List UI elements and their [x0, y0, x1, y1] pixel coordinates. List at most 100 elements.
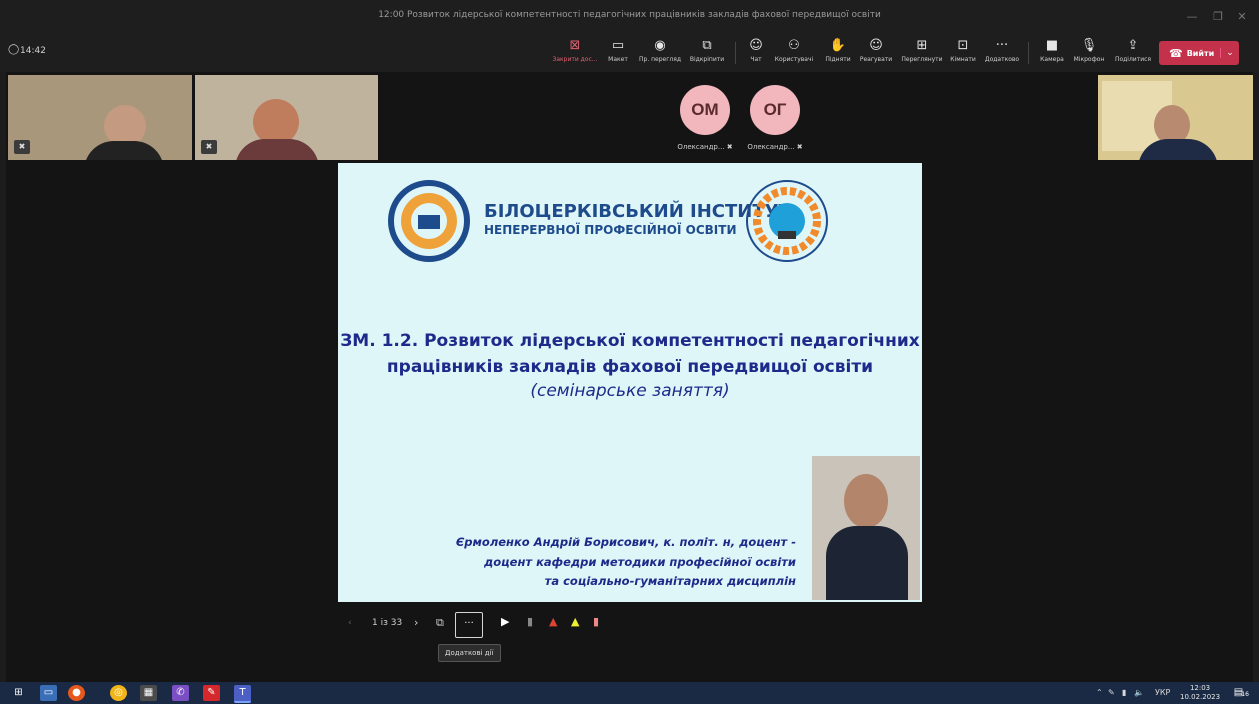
institute-name-line2: НЕПЕРЕРВНОЇ ПРОФЕСІЙНОЇ ОСВІТИ	[484, 223, 737, 237]
chevron-left-icon[interactable]: ‹	[348, 618, 352, 628]
maximize-icon[interactable]: ❐	[1210, 10, 1226, 24]
window-title: 12:00 Розвиток лідерської компетентності…	[378, 10, 881, 20]
more-options-label: Додатково	[984, 56, 1020, 63]
participants-button[interactable]: ⚇ Користувачі	[768, 38, 820, 63]
share-button[interactable]: ⇪ Поділитися	[1110, 38, 1156, 63]
system-clock[interactable]: 12:03 10.02.2023	[1180, 684, 1220, 702]
more-options-button[interactable]: ··· Додатково	[980, 38, 1024, 63]
author-photo	[812, 456, 920, 600]
leave-button[interactable]: ☎ Вийти ⌄	[1159, 41, 1239, 65]
avatar: ОМ	[680, 85, 730, 135]
windows-start-icon[interactable]: ⊞	[10, 685, 27, 701]
view-label: Переглянути	[901, 56, 943, 63]
pointer-icon[interactable]: ▶	[501, 615, 509, 628]
camera-button[interactable]: ■ Камера	[1036, 38, 1068, 63]
popout-button[interactable]: ⧉ Відкріпити	[686, 38, 728, 63]
thumbnails-icon[interactable]: ⧉	[436, 616, 444, 630]
popout-icon: ⧉	[702, 38, 712, 53]
grid-icon: ⊞	[916, 38, 928, 53]
file-explorer-icon[interactable]: ▭	[40, 685, 57, 701]
close-square-icon: ⊠	[569, 38, 581, 53]
raise-hand-button[interactable]: ✋ Підняти	[822, 38, 854, 63]
more-actions-button[interactable]: ···	[455, 612, 483, 638]
close-icon[interactable]: ✕	[1234, 10, 1250, 24]
author-line1: Єрмоленко Андрій Борисович, к. політ. н,…	[455, 535, 796, 549]
toolbar-divider	[735, 42, 736, 64]
preview-label: Пр. перегляд	[639, 56, 681, 63]
stop-sharing-label: Закрити дос...	[552, 56, 598, 63]
mic-muted-icon: ✖	[726, 143, 733, 151]
layout-icon: ▭	[611, 38, 625, 53]
view-button[interactable]: ⊞ Переглянути	[898, 38, 946, 63]
slide-navigation: ‹ 1 із 33 › ⧉ ··· ▶ ▮ ▲ ▲ ▮	[338, 612, 638, 642]
mic-muted-icon: ✖	[796, 143, 803, 151]
minimize-icon[interactable]: —	[1184, 10, 1200, 24]
battery-icon[interactable]: ▮	[1122, 688, 1126, 697]
mic-muted-icon: ✖	[14, 140, 30, 154]
rooms-label: Кімнати	[950, 56, 976, 63]
meeting-toolbar: ◯ 14:42 ⊠ Закрити дос... ▭ Макет ◉ Пр. п…	[0, 34, 1259, 72]
layout-button[interactable]: ▭ Макет	[604, 38, 632, 63]
participant-name: Олександр...	[677, 143, 725, 151]
raise-hand-label: Підняти	[825, 56, 851, 63]
firefox-icon[interactable]: ●	[68, 685, 85, 701]
pen-gray-icon[interactable]: ▮	[527, 615, 533, 628]
mic-icon: 🎙	[1080, 38, 1098, 53]
window-title-bar: 12:00 Розвиток лідерської компетентності…	[0, 0, 1259, 35]
author-line3: та соціально-гуманітарних дисциплін	[544, 574, 796, 588]
camera-icon: ■	[1045, 38, 1059, 53]
participant-video-presenter[interactable]	[1098, 75, 1253, 160]
eraser-icon[interactable]: ▮	[593, 615, 599, 628]
participant-video-2[interactable]: ✖	[195, 75, 378, 160]
participant-video-1[interactable]: ✖	[8, 75, 192, 160]
share-label: Поділитися	[1114, 56, 1152, 63]
slide-subtitle: (семінарське заняття)	[530, 381, 730, 401]
rooms-icon: ⊡	[957, 38, 969, 53]
microphone-label: Мікрофон	[1073, 56, 1105, 63]
layout-label: Макет	[608, 56, 628, 63]
react-button[interactable]: ☺ Реагувати	[856, 38, 896, 63]
participant-body	[84, 141, 164, 160]
slide-title-line2: працівників закладів фахової передвищої …	[386, 357, 874, 377]
language-indicator[interactable]: УКР	[1155, 688, 1170, 697]
chrome-icon[interactable]: ◎	[110, 685, 127, 701]
pen-red-icon[interactable]: ▲	[549, 615, 557, 628]
more-icon: ···	[995, 38, 1009, 53]
tooltip: Додаткові дії	[438, 644, 501, 662]
participant-tile-om[interactable]: ОМ Олександр... ✖	[670, 85, 740, 151]
chevron-right-icon[interactable]: ›	[414, 616, 418, 629]
participant-tile-og[interactable]: ОГ Олександр... ✖	[740, 85, 810, 151]
volume-icon[interactable]: 🔈	[1134, 688, 1144, 697]
stop-sharing-button[interactable]: ⊠ Закрити дос...	[552, 38, 598, 63]
pen-icon[interactable]: ✎	[1108, 688, 1115, 697]
hand-icon: ✋	[829, 38, 847, 53]
calculator-icon[interactable]: ▦	[140, 685, 157, 701]
eye-icon: ◉	[654, 38, 666, 53]
mic-muted-icon: ✖	[201, 140, 217, 154]
chat-label: Чат	[750, 56, 762, 63]
page-indicator: 1 із 33	[372, 618, 403, 628]
rooms-button[interactable]: ⊡ Кімнати	[948, 38, 978, 63]
chat-button[interactable]: ☺ Чат	[744, 38, 768, 63]
popout-label: Відкріпити	[689, 56, 725, 63]
clock-date: 10.02.2023	[1180, 693, 1221, 701]
pdf-editor-icon[interactable]: ✎	[203, 685, 220, 701]
teams-icon[interactable]: T	[234, 685, 251, 703]
viber-icon[interactable]: ✆	[172, 685, 189, 701]
emoji-icon: ☺	[869, 38, 883, 53]
toolbar-divider	[1028, 42, 1029, 64]
leave-label: Вийти	[1186, 48, 1215, 58]
avatar: ОГ	[750, 85, 800, 135]
preview-button[interactable]: ◉ Пр. перегляд	[636, 38, 684, 63]
chevron-up-icon[interactable]: ⌃	[1096, 688, 1103, 697]
people-icon: ⚇	[788, 38, 800, 53]
clock-time: 12:03	[1189, 684, 1211, 692]
share-icon: ⇪	[1127, 38, 1139, 53]
chevron-down-icon[interactable]: ⌄	[1220, 48, 1239, 58]
phone-icon: ☎	[1169, 46, 1183, 60]
presentation-slide: БІЛОЦЕРКІВСЬКИЙ ІНСТИТУТ НЕПЕРЕРВНОЇ ПРО…	[338, 163, 922, 602]
highlighter-icon[interactable]: ▲	[571, 615, 579, 628]
author-line2: доцент кафедри методики професійної осві…	[483, 555, 796, 569]
notifications-icon[interactable]: ▤ 16	[1230, 685, 1249, 701]
microphone-button[interactable]: 🎙 Мікрофон	[1070, 38, 1108, 63]
